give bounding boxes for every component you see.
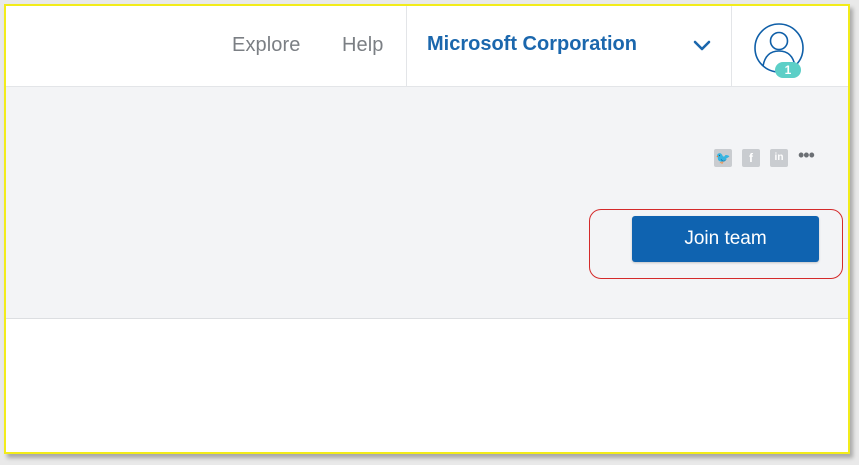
team-header-band: 🐦 f in ••• Join team: [6, 87, 848, 319]
screenshot-frame: Explore Help Microsoft Corporation 1 🐦 f…: [0, 0, 859, 465]
user-avatar[interactable]: 1: [751, 18, 811, 78]
organization-name: Microsoft Corporation: [427, 33, 637, 55]
more-icon[interactable]: •••: [798, 146, 815, 164]
linkedin-icon[interactable]: in: [770, 149, 788, 167]
app-window: Explore Help Microsoft Corporation 1 🐦 f…: [4, 4, 850, 454]
notification-badge: 1: [775, 62, 801, 78]
chevron-down-icon[interactable]: [693, 39, 711, 53]
top-navigation-bar: Explore Help Microsoft Corporation 1: [6, 6, 848, 87]
twitter-icon[interactable]: 🐦: [714, 149, 732, 167]
join-team-button[interactable]: Join team: [632, 216, 819, 262]
nav-explore-link[interactable]: Explore: [232, 34, 301, 57]
organization-switcher[interactable]: Microsoft Corporation: [406, 6, 732, 86]
nav-help-link[interactable]: Help: [342, 34, 384, 57]
facebook-icon[interactable]: f: [742, 149, 760, 167]
